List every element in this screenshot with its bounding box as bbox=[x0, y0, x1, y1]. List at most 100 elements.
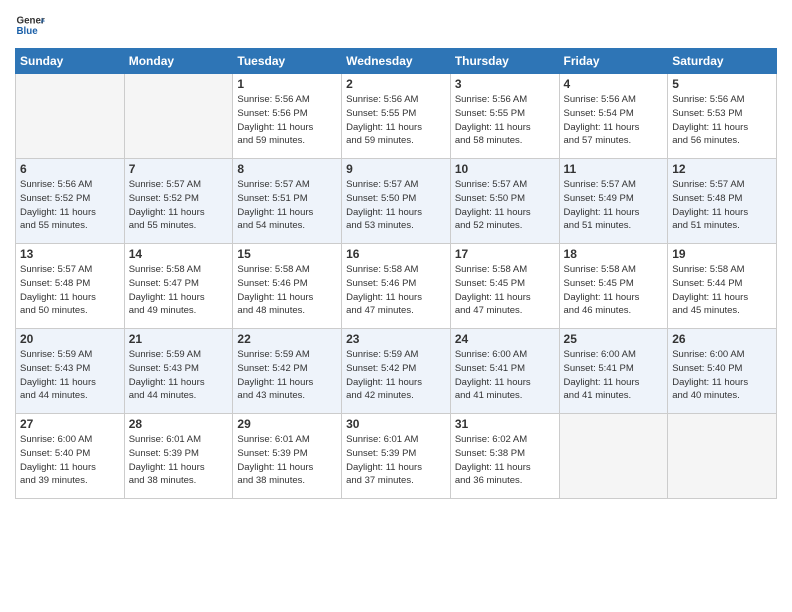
calendar-cell: 16 Sunrise: 5:58 AM Sunset: 5:46 PM Dayli… bbox=[342, 244, 451, 329]
calendar-cell: 19 Sunrise: 5:58 AM Sunset: 5:44 PM Dayli… bbox=[668, 244, 777, 329]
calendar-header-row: SundayMondayTuesdayWednesdayThursdayFrid… bbox=[16, 49, 777, 74]
calendar-body: 1 Sunrise: 5:56 AM Sunset: 5:56 PM Daylig… bbox=[16, 74, 777, 499]
calendar-cell: 9Sunrise: 5:57 AM Sunset: 5:50 PM Daylig… bbox=[342, 159, 451, 244]
calendar-cell: 23 Sunrise: 5:59 AM Sunset: 5:42 PM Dayli… bbox=[342, 329, 451, 414]
weekday-header: Thursday bbox=[450, 49, 559, 74]
day-info: Sunrise: 5:56 AM Sunset: 5:53 PM Dayligh… bbox=[672, 93, 772, 148]
page-container: General Blue SundayMondayTuesdayWednesda… bbox=[0, 0, 792, 504]
day-number: 26 bbox=[672, 332, 772, 346]
day-number: 1 bbox=[237, 77, 337, 91]
calendar-cell: 11 Sunrise: 5:57 AM Sunset: 5:49 PM Dayli… bbox=[559, 159, 668, 244]
day-info: Sunrise: 6:02 AM Sunset: 5:38 PM Dayligh… bbox=[455, 433, 555, 488]
weekday-header: Tuesday bbox=[233, 49, 342, 74]
day-number: 22 bbox=[237, 332, 337, 346]
day-info: Sunrise: 6:00 AM Sunset: 5:40 PM Dayligh… bbox=[20, 433, 120, 488]
calendar-cell: 26 Sunrise: 6:00 AM Sunset: 5:40 PM Dayli… bbox=[668, 329, 777, 414]
day-number: 20 bbox=[20, 332, 120, 346]
calendar-cell: 27Sunrise: 6:00 AM Sunset: 5:40 PM Dayli… bbox=[16, 414, 125, 499]
day-info: Sunrise: 5:56 AM Sunset: 5:55 PM Dayligh… bbox=[455, 93, 555, 148]
calendar-cell: 1 Sunrise: 5:56 AM Sunset: 5:56 PM Daylig… bbox=[233, 74, 342, 159]
day-info: Sunrise: 5:56 AM Sunset: 5:55 PM Dayligh… bbox=[346, 93, 446, 148]
svg-text:General: General bbox=[17, 16, 46, 27]
calendar-cell: 6 Sunrise: 5:56 AM Sunset: 5:52 PM Daylig… bbox=[16, 159, 125, 244]
calendar-cell: 13 Sunrise: 5:57 AM Sunset: 5:48 PM Dayli… bbox=[16, 244, 125, 329]
day-info: Sunrise: 5:57 AM Sunset: 5:48 PM Dayligh… bbox=[20, 263, 120, 318]
calendar-week-row: 13 Sunrise: 5:57 AM Sunset: 5:48 PM Dayli… bbox=[16, 244, 777, 329]
calendar-cell: 14 Sunrise: 5:58 AM Sunset: 5:47 PM Dayli… bbox=[124, 244, 233, 329]
day-info: Sunrise: 5:56 AM Sunset: 5:54 PM Dayligh… bbox=[564, 93, 664, 148]
day-info: Sunrise: 5:58 AM Sunset: 5:46 PM Dayligh… bbox=[346, 263, 446, 318]
calendar-cell: 22 Sunrise: 5:59 AM Sunset: 5:42 PM Dayli… bbox=[233, 329, 342, 414]
day-number: 10 bbox=[455, 162, 555, 176]
day-info: Sunrise: 6:01 AM Sunset: 5:39 PM Dayligh… bbox=[129, 433, 229, 488]
calendar-week-row: 20 Sunrise: 5:59 AM Sunset: 5:43 PM Dayli… bbox=[16, 329, 777, 414]
calendar-cell: 7 Sunrise: 5:57 AM Sunset: 5:52 PM Daylig… bbox=[124, 159, 233, 244]
day-info: Sunrise: 5:57 AM Sunset: 5:51 PM Dayligh… bbox=[237, 178, 337, 233]
calendar-table: SundayMondayTuesdayWednesdayThursdayFrid… bbox=[15, 48, 777, 499]
day-number: 6 bbox=[20, 162, 120, 176]
day-number: 25 bbox=[564, 332, 664, 346]
day-info: Sunrise: 5:59 AM Sunset: 5:43 PM Dayligh… bbox=[20, 348, 120, 403]
day-info: Sunrise: 5:57 AM Sunset: 5:49 PM Dayligh… bbox=[564, 178, 664, 233]
calendar-week-row: 1 Sunrise: 5:56 AM Sunset: 5:56 PM Daylig… bbox=[16, 74, 777, 159]
day-info: Sunrise: 5:59 AM Sunset: 5:42 PM Dayligh… bbox=[346, 348, 446, 403]
calendar-cell: 3 Sunrise: 5:56 AM Sunset: 5:55 PM Daylig… bbox=[450, 74, 559, 159]
calendar-cell: 25 Sunrise: 6:00 AM Sunset: 5:41 PM Dayli… bbox=[559, 329, 668, 414]
day-info: Sunrise: 5:58 AM Sunset: 5:45 PM Dayligh… bbox=[564, 263, 664, 318]
day-number: 18 bbox=[564, 247, 664, 261]
day-number: 23 bbox=[346, 332, 446, 346]
day-number: 13 bbox=[20, 247, 120, 261]
calendar-cell: 17Sunrise: 5:58 AM Sunset: 5:45 PM Dayli… bbox=[450, 244, 559, 329]
day-number: 5 bbox=[672, 77, 772, 91]
weekday-header: Monday bbox=[124, 49, 233, 74]
calendar-cell: 31 Sunrise: 6:02 AM Sunset: 5:38 PM Dayli… bbox=[450, 414, 559, 499]
day-number: 19 bbox=[672, 247, 772, 261]
calendar-cell: 4Sunrise: 5:56 AM Sunset: 5:54 PM Daylig… bbox=[559, 74, 668, 159]
day-info: Sunrise: 6:01 AM Sunset: 5:39 PM Dayligh… bbox=[346, 433, 446, 488]
calendar-cell: 15Sunrise: 5:58 AM Sunset: 5:46 PM Dayli… bbox=[233, 244, 342, 329]
weekday-header: Friday bbox=[559, 49, 668, 74]
day-number: 29 bbox=[237, 417, 337, 431]
day-info: Sunrise: 5:56 AM Sunset: 5:56 PM Dayligh… bbox=[237, 93, 337, 148]
day-info: Sunrise: 5:58 AM Sunset: 5:44 PM Dayligh… bbox=[672, 263, 772, 318]
day-number: 7 bbox=[129, 162, 229, 176]
day-number: 14 bbox=[129, 247, 229, 261]
day-number: 12 bbox=[672, 162, 772, 176]
day-info: Sunrise: 5:57 AM Sunset: 5:48 PM Dayligh… bbox=[672, 178, 772, 233]
calendar-cell: 2Sunrise: 5:56 AM Sunset: 5:55 PM Daylig… bbox=[342, 74, 451, 159]
calendar-cell: 12 Sunrise: 5:57 AM Sunset: 5:48 PM Dayli… bbox=[668, 159, 777, 244]
calendar-week-row: 6 Sunrise: 5:56 AM Sunset: 5:52 PM Daylig… bbox=[16, 159, 777, 244]
day-number: 17 bbox=[455, 247, 555, 261]
weekday-header: Saturday bbox=[668, 49, 777, 74]
calendar-week-row: 27Sunrise: 6:00 AM Sunset: 5:40 PM Dayli… bbox=[16, 414, 777, 499]
day-info: Sunrise: 5:57 AM Sunset: 5:52 PM Dayligh… bbox=[129, 178, 229, 233]
day-number: 15 bbox=[237, 247, 337, 261]
day-info: Sunrise: 5:56 AM Sunset: 5:52 PM Dayligh… bbox=[20, 178, 120, 233]
calendar-cell: 8Sunrise: 5:57 AM Sunset: 5:51 PM Daylig… bbox=[233, 159, 342, 244]
calendar-cell: 18 Sunrise: 5:58 AM Sunset: 5:45 PM Dayli… bbox=[559, 244, 668, 329]
calendar-cell: 24Sunrise: 6:00 AM Sunset: 5:41 PM Dayli… bbox=[450, 329, 559, 414]
day-number: 24 bbox=[455, 332, 555, 346]
day-info: Sunrise: 5:57 AM Sunset: 5:50 PM Dayligh… bbox=[455, 178, 555, 233]
day-info: Sunrise: 5:59 AM Sunset: 5:42 PM Dayligh… bbox=[237, 348, 337, 403]
day-number: 3 bbox=[455, 77, 555, 91]
day-info: Sunrise: 6:00 AM Sunset: 5:40 PM Dayligh… bbox=[672, 348, 772, 403]
day-number: 16 bbox=[346, 247, 446, 261]
weekday-header: Sunday bbox=[16, 49, 125, 74]
calendar-cell: 5 Sunrise: 5:56 AM Sunset: 5:53 PM Daylig… bbox=[668, 74, 777, 159]
day-number: 31 bbox=[455, 417, 555, 431]
calendar-cell bbox=[668, 414, 777, 499]
day-number: 28 bbox=[129, 417, 229, 431]
day-info: Sunrise: 5:59 AM Sunset: 5:43 PM Dayligh… bbox=[129, 348, 229, 403]
calendar-cell: 10 Sunrise: 5:57 AM Sunset: 5:50 PM Dayli… bbox=[450, 159, 559, 244]
svg-text:Blue: Blue bbox=[17, 26, 39, 37]
logo-icon: General Blue bbox=[15, 10, 45, 40]
day-info: Sunrise: 5:58 AM Sunset: 5:47 PM Dayligh… bbox=[129, 263, 229, 318]
logo: General Blue bbox=[15, 10, 49, 40]
day-number: 9 bbox=[346, 162, 446, 176]
calendar-cell: 20 Sunrise: 5:59 AM Sunset: 5:43 PM Dayli… bbox=[16, 329, 125, 414]
day-info: Sunrise: 6:00 AM Sunset: 5:41 PM Dayligh… bbox=[564, 348, 664, 403]
weekday-header: Wednesday bbox=[342, 49, 451, 74]
day-number: 21 bbox=[129, 332, 229, 346]
day-number: 11 bbox=[564, 162, 664, 176]
